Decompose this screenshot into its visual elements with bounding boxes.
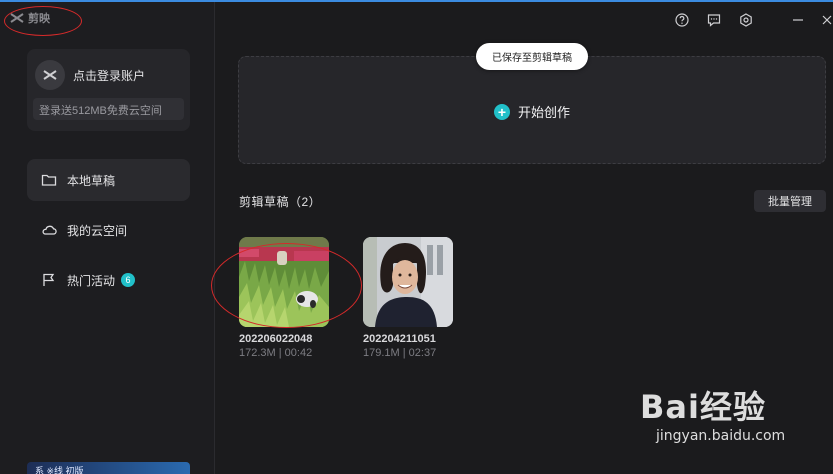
draft-name: 202206022048 <box>239 333 313 345</box>
help-icon[interactable] <box>674 12 690 28</box>
start-create-label: 开始创作 <box>518 105 571 120</box>
folder-icon <box>41 172 57 188</box>
login-link[interactable]: 点击登录账户 <box>73 67 145 84</box>
draft-card[interactable]: 202204211051 179.1M | 02:37 <box>363 237 455 359</box>
cloud-icon <box>41 222 57 238</box>
sidebar: 剪映 点击登录账户 登录送512MB免费云空间 本地草稿 我的云空间 热门活动 … <box>0 2 215 474</box>
sidebar-item-cloud[interactable]: 我的云空间 <box>27 209 190 251</box>
sidebar-item-events[interactable]: 热门活动 6 <box>27 259 190 301</box>
draft-name: 202204211051 <box>363 333 436 345</box>
promo-banner[interactable]: 系 ※线 初版 <box>27 462 190 474</box>
draft-meta: 179.1M | 02:37 <box>363 347 437 359</box>
batch-manage-button[interactable]: 批量管理 <box>754 190 826 212</box>
draft-thumbnail[interactable] <box>363 237 453 327</box>
drafts-section-title: 剪辑草稿（2） <box>239 195 322 209</box>
create-project-panel[interactable]: + 开始创作 <box>238 56 826 164</box>
draft-meta: 172.3M | 00:42 <box>239 347 313 359</box>
settings-icon[interactable] <box>738 12 754 28</box>
account-card[interactable]: 点击登录账户 登录送512MB免费云空间 <box>27 49 190 131</box>
thumbnail-annotation-ellipse <box>211 243 362 328</box>
sidebar-item-local-drafts[interactable]: 本地草稿 <box>27 159 190 201</box>
capcut-avatar-icon <box>43 70 57 80</box>
avatar[interactable] <box>35 60 65 90</box>
saved-toast: 已保存至剪辑草稿 <box>476 43 588 70</box>
app-name: 剪映 <box>28 13 50 25</box>
sidebar-item-label: 热门活动 <box>67 273 116 288</box>
sidebar-item-label: 本地草稿 <box>67 173 116 188</box>
plus-icon: + <box>494 103 510 120</box>
events-count-badge: 6 <box>121 273 136 287</box>
promo-text[interactable]: 登录送512MB免费云空间 <box>33 98 184 120</box>
start-create-button[interactable]: + 开始创作 <box>494 102 570 121</box>
feedback-icon[interactable] <box>706 12 722 28</box>
flag-icon <box>41 272 57 288</box>
close-icon[interactable] <box>819 12 833 28</box>
baidu-jingyan-watermark: Bai经验 jingyan.baidu.com <box>640 382 785 444</box>
person-portrait-thumbnail-image <box>363 237 453 327</box>
app-logo: 剪映 <box>10 10 50 26</box>
watermark-main-text: Bai经验 <box>640 388 766 426</box>
minimize-icon[interactable] <box>790 12 806 28</box>
watermark-url: jingyan.baidu.com <box>656 428 786 444</box>
capcut-logo-icon <box>10 13 24 23</box>
sidebar-item-label: 我的云空间 <box>67 223 128 238</box>
